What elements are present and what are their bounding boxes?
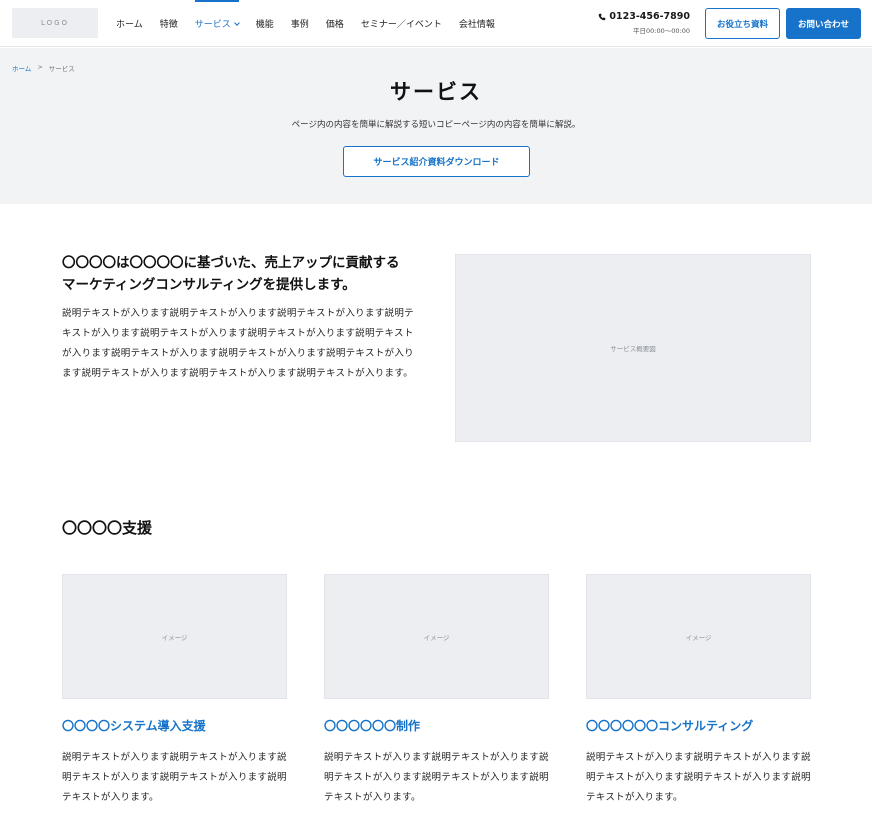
nav-item-label: ホーム bbox=[116, 20, 143, 30]
page-hero: ホーム > サービス サービス ページ内の内容を簡単に解説する短いコピーページ内… bbox=[0, 48, 872, 204]
card-body: 説明テキストが入ります説明テキストが入ります説明テキストが入ります説明テキストが… bbox=[324, 752, 549, 803]
card-body: 説明テキストが入ります説明テキストが入ります説明テキストが入ります説明テキストが… bbox=[586, 752, 811, 803]
page-title: サービス bbox=[390, 80, 482, 104]
intro-heading-line: 〇〇〇〇は〇〇〇〇に基づいた、売上アップに貢献する bbox=[62, 255, 400, 271]
intro-heading: 〇〇〇〇は〇〇〇〇に基づいた、売上アップに貢献する マーケティングコンサルティン… bbox=[62, 252, 422, 296]
card-title[interactable]: 〇〇〇〇〇〇制作 bbox=[324, 717, 549, 734]
nav-item-label: 価格 bbox=[325, 20, 344, 30]
phone-icon bbox=[599, 13, 606, 20]
nav-item-label: 機能 bbox=[255, 20, 274, 30]
card-body: 説明テキストが入ります説明テキストが入ります説明テキストが入ります説明テキストが… bbox=[62, 752, 287, 803]
intro-heading-line: マーケティングコンサルティングを提供します。 bbox=[62, 277, 356, 293]
support-card[interactable]: イメージ 〇〇〇〇システム導入支援 説明テキストが入ります説明テキストが入ります… bbox=[62, 574, 287, 808]
contact-button[interactable]: お問い合わせ bbox=[786, 8, 861, 39]
phone-contact: 0123-456-7890 平日00:00〜00:00 bbox=[596, 11, 690, 35]
support-section-title: 〇〇〇〇支援 bbox=[62, 519, 153, 537]
phone-number: 0123-456-7890 bbox=[609, 11, 690, 22]
nav-item-company[interactable]: 会社情報 bbox=[459, 0, 495, 47]
logo[interactable]: LOGO bbox=[12, 8, 98, 38]
page-lead: ページ内の内容を簡単に解説する短いコピーページ内の内容を簡単に解説。 bbox=[291, 120, 581, 130]
card-image: イメージ bbox=[62, 574, 287, 699]
breadcrumb-home-link[interactable]: ホーム bbox=[12, 63, 31, 73]
service-overview-image: サービス概要図 bbox=[455, 254, 811, 442]
card-title[interactable]: 〇〇〇〇〇〇コンサルティング bbox=[586, 717, 811, 734]
nav-item-label: 特徴 bbox=[159, 20, 178, 30]
nav-item-pricing[interactable]: 価格 bbox=[326, 0, 344, 47]
card-image: イメージ bbox=[324, 574, 549, 699]
nav-item-home[interactable]: ホーム bbox=[116, 0, 143, 47]
card-title[interactable]: 〇〇〇〇システム導入支援 bbox=[62, 717, 287, 734]
intro-body: 説明テキストが入ります説明テキストが入ります説明テキストが入ります説明テキストが… bbox=[62, 308, 414, 379]
nav-item-features[interactable]: 特徴 bbox=[160, 0, 178, 47]
support-card[interactable]: イメージ 〇〇〇〇〇〇制作 説明テキストが入ります説明テキストが入ります説明テキ… bbox=[324, 574, 549, 808]
phone-hours: 平日00:00〜00:00 bbox=[633, 27, 690, 35]
card-image: イメージ bbox=[586, 574, 811, 699]
breadcrumb-separator: > bbox=[37, 63, 43, 71]
nav-item-service[interactable]: サービス bbox=[194, 0, 240, 47]
breadcrumb-current: サービス bbox=[48, 65, 75, 73]
global-nav: ホーム 特徴 サービス 機能 事例 価格 セミナー／イベント 会社情報 bbox=[116, 0, 512, 47]
nav-item-cases[interactable]: 事例 bbox=[291, 0, 309, 47]
breadcrumb: ホーム > サービス bbox=[12, 63, 75, 73]
site-header: LOGO ホーム 特徴 サービス 機能 事例 価格 セミナー／イベント 会社情報… bbox=[0, 0, 872, 47]
nav-item-label: サービス bbox=[194, 20, 231, 30]
nav-item-label: 事例 bbox=[290, 20, 309, 30]
chevron-down-icon bbox=[233, 19, 240, 26]
resources-button[interactable]: お役立ち資料 bbox=[705, 8, 780, 39]
nav-item-seminar[interactable]: セミナー／イベント bbox=[361, 0, 442, 47]
support-card[interactable]: イメージ 〇〇〇〇〇〇コンサルティング 説明テキストが入ります説明テキストが入り… bbox=[586, 574, 811, 808]
download-brochure-button[interactable]: サービス紹介資料ダウンロード bbox=[343, 146, 530, 177]
phone-number-row[interactable]: 0123-456-7890 bbox=[596, 11, 690, 22]
nav-item-label: セミナー／イベント bbox=[360, 20, 442, 30]
nav-item-functions[interactable]: 機能 bbox=[256, 0, 274, 47]
nav-item-label: 会社情報 bbox=[458, 20, 495, 30]
